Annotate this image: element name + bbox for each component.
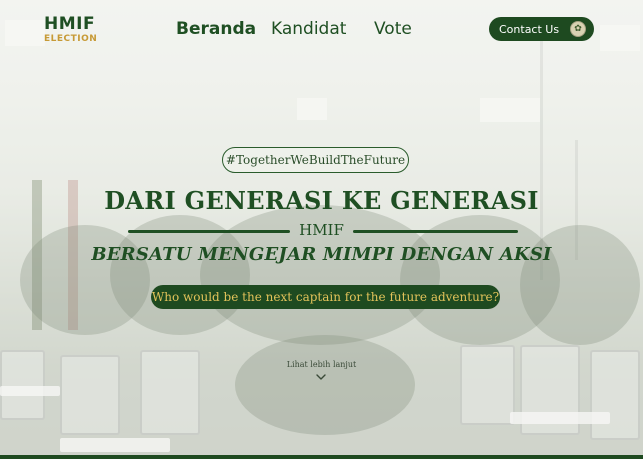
hero-org-name: HMIF: [299, 221, 344, 239]
bottom-accent-bar: [0, 455, 643, 459]
hero-headline: DARI GENERASI KE GENERASI: [104, 186, 539, 215]
brand-subtitle: ELECTION: [44, 34, 98, 44]
nav-link-beranda[interactable]: Beranda: [176, 18, 256, 40]
brand-title: HMIF: [44, 14, 96, 34]
navbar: HMIF ELECTION Beranda Kandidat Vote Cont…: [0, 0, 643, 60]
nav-link-kandidat[interactable]: Kandidat: [271, 18, 346, 40]
contact-us-button[interactable]: Contact Us ✿: [489, 17, 594, 41]
contact-us-label: Contact Us: [499, 22, 560, 36]
see-more-link[interactable]: Lihat lebih lanjut: [0, 360, 643, 369]
emblem-icon: ✿: [570, 21, 586, 37]
divider-right: [353, 230, 518, 233]
nav-link-vote[interactable]: Vote: [374, 18, 412, 40]
question-banner: Who would be the next captain for the fu…: [151, 285, 500, 309]
chevron-down-icon[interactable]: [315, 372, 327, 382]
hashtag-badge: #TogetherWeBuildTheFuture: [222, 147, 409, 173]
brand-logo[interactable]: HMIF ELECTION: [44, 16, 97, 45]
hero-tagline: BERSATU MENGEJAR MIMPI DENGAN AKSI: [91, 244, 552, 265]
